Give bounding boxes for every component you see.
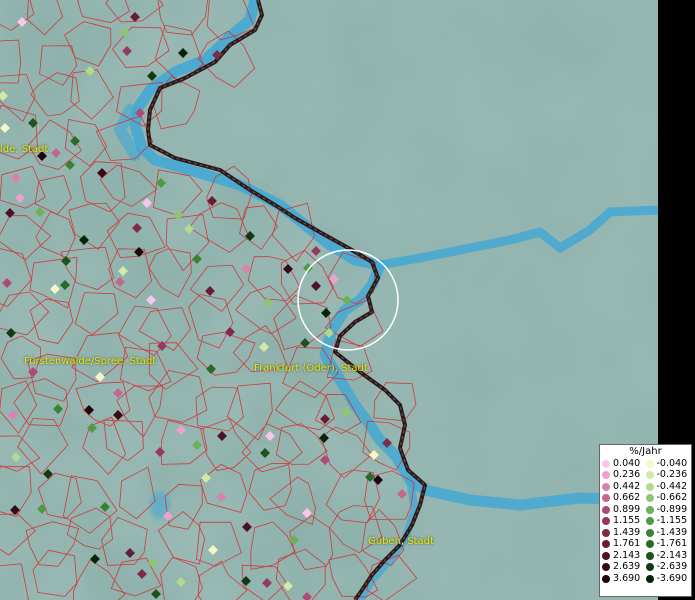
legend-value-negative: -3.690 xyxy=(656,572,688,584)
legend-item-positive: 2.143 xyxy=(602,550,646,562)
legend-swatch-positive xyxy=(602,563,610,572)
place-label-frankfurt-oder: Frankfurt (Oder), Stadt xyxy=(254,363,368,374)
legend-value-negative: -0.442 xyxy=(656,480,688,492)
legend-swatch-positive xyxy=(602,459,610,468)
legend-item-negative: -0.899 xyxy=(645,503,690,516)
legend-item-positive: 3.690 xyxy=(602,573,646,585)
legend-item-positive: 0.442 xyxy=(602,481,646,493)
legend-item-negative: -1.155 xyxy=(645,515,690,528)
legend-swatch-negative xyxy=(645,459,654,468)
legend-swatch-positive xyxy=(602,551,610,560)
legend-item-negative: -3.690 xyxy=(645,572,690,585)
map-svg xyxy=(0,0,658,600)
legend-value-negative: -2.143 xyxy=(656,549,688,561)
legend-item-negative: -0.442 xyxy=(645,480,690,493)
legend-value-positive: 1.155 xyxy=(613,515,641,527)
legend-item-positive: 0.236 xyxy=(602,470,646,482)
legend-swatch-negative xyxy=(645,528,654,537)
legend-swatch-negative xyxy=(645,471,654,480)
legend-value-positive: 0.662 xyxy=(613,492,641,504)
legend-swatch-positive xyxy=(602,528,610,537)
legend-swatch-positive xyxy=(602,482,610,491)
legend-swatch-negative xyxy=(645,482,654,491)
legend-value-negative: -0.236 xyxy=(656,469,688,481)
legend-swatch-positive xyxy=(602,540,610,549)
legend-swatch-negative xyxy=(645,517,654,526)
map-canvas[interactable]: lde, Stadt Fürstenwalde/Spree, Stadt Fra… xyxy=(0,0,658,600)
legend-title: %/Jahr xyxy=(629,446,662,457)
legend-swatch-positive xyxy=(602,494,610,503)
legend-item-positive: 0.899 xyxy=(602,504,646,516)
legend-item-negative: -1.761 xyxy=(645,538,690,551)
legend-value-negative: -1.439 xyxy=(656,526,688,538)
place-label-lde: lde, Stadt xyxy=(0,144,49,155)
legend-swatch-positive xyxy=(602,574,610,583)
legend-item-positive: 0.040 xyxy=(602,458,646,470)
legend-value-negative: -2.639 xyxy=(656,561,688,573)
legend-item-negative: -1.439 xyxy=(645,526,690,539)
legend-value-positive: 1.439 xyxy=(613,526,641,538)
legend-item-negative: -0.662 xyxy=(645,492,690,505)
legend-item-positive: 1.155 xyxy=(602,516,646,528)
legend-swatch-negative xyxy=(645,494,654,503)
legend-value-negative: -1.155 xyxy=(656,515,688,527)
legend-value-negative: -1.761 xyxy=(656,538,688,550)
legend-item-negative: -2.639 xyxy=(645,561,690,574)
legend-swatch-positive xyxy=(602,517,610,526)
legend-item-positive: 0.662 xyxy=(602,493,646,505)
legend: %/Jahr 0.040 -0.040 0.236 -0.236 0.442 -0.442… xyxy=(599,444,692,597)
legend-value-negative: -0.899 xyxy=(656,503,688,515)
legend-value-positive: 3.690 xyxy=(613,572,641,584)
legend-swatch-negative xyxy=(645,574,654,583)
legend-item-negative: -0.236 xyxy=(645,469,690,482)
legend-swatch-negative xyxy=(645,551,654,560)
place-label-fuerstenwalde: Fürstenwalde/Spree, Stadt xyxy=(24,356,157,367)
legend-swatch-positive xyxy=(602,505,610,514)
legend-value-positive: 0.040 xyxy=(613,457,641,469)
legend-value-positive: 1.761 xyxy=(613,538,641,550)
legend-item-positive: 1.439 xyxy=(602,527,646,539)
legend-value-positive: 0.442 xyxy=(613,480,641,492)
legend-item-negative: -2.143 xyxy=(645,549,690,562)
legend-item-positive: 1.761 xyxy=(602,539,646,551)
legend-rows: 0.040 -0.040 0.236 -0.236 0.442 -0.442 0.662 -0… xyxy=(600,458,691,585)
place-label-guben: Guben, Stadt xyxy=(368,536,434,547)
legend-swatch-negative xyxy=(645,505,654,514)
legend-swatch-negative xyxy=(645,540,654,549)
legend-item-positive: 2.639 xyxy=(602,562,646,574)
legend-value-negative: -0.040 xyxy=(656,457,688,469)
legend-swatch-positive xyxy=(602,471,610,480)
legend-value-positive: 0.236 xyxy=(613,469,641,481)
legend-value-negative: -0.662 xyxy=(656,492,688,504)
legend-value-positive: 2.143 xyxy=(613,549,641,561)
legend-swatch-negative xyxy=(645,563,654,572)
legend-value-positive: 0.899 xyxy=(613,503,641,515)
legend-value-positive: 2.639 xyxy=(613,561,641,573)
legend-item-negative: -0.040 xyxy=(645,457,690,470)
